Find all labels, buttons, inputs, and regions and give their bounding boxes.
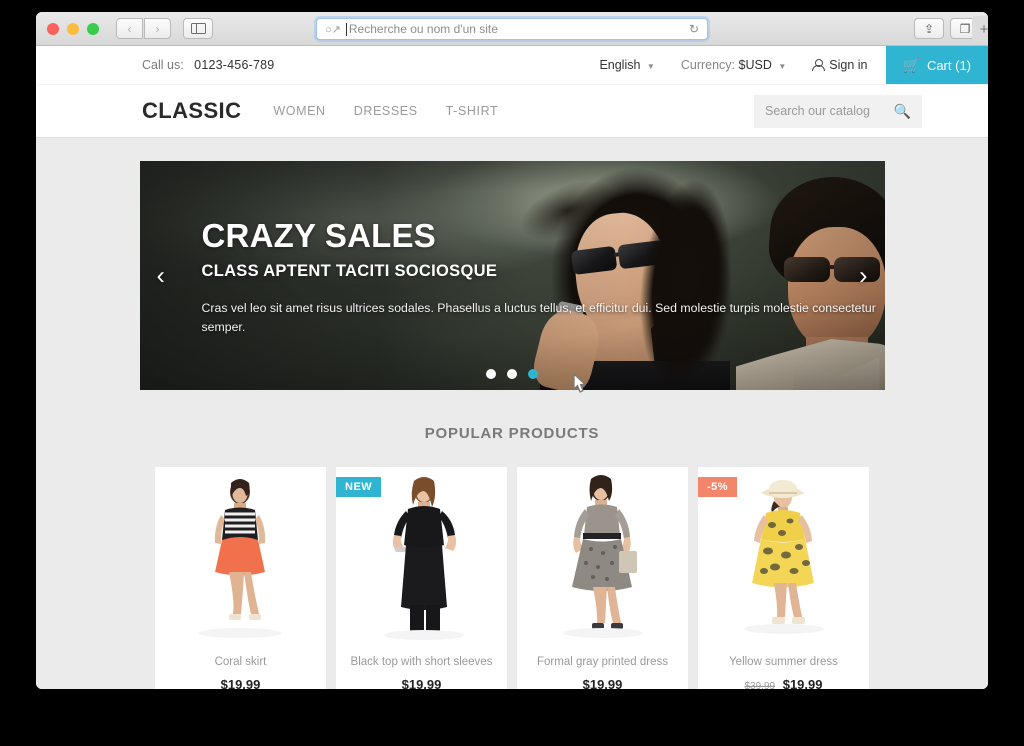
hero-subtitle: CLASS APTENT TACITI SOCIOSQUE	[201, 262, 498, 280]
product-current-price: $19.99	[401, 677, 442, 689]
address-placeholder: Recherche ou nom d'un site	[348, 22, 498, 36]
product-card[interactable]: -5% Yellow summer dress $39.99 $19.99	[698, 467, 869, 689]
main-navigation: WOMEN DRESSES T-SHIRT	[273, 104, 498, 118]
catalog-search-placeholder: Search our catalog	[765, 104, 870, 118]
site-header: CLASSIC WOMEN DRESSES T-SHIRT Search our…	[36, 84, 988, 137]
product-current-price: $19.99	[582, 677, 623, 689]
product-current-price: $19.99	[782, 677, 823, 689]
product-name: Yellow summer dress	[729, 656, 838, 668]
product-card[interactable]: Coral skirt $19.99	[155, 467, 326, 689]
toolbar-right: ⇪ ❐	[914, 18, 980, 39]
share-button[interactable]: ⇪	[914, 18, 944, 39]
carousel-dot-1[interactable]	[486, 369, 496, 379]
carousel-dots	[486, 369, 538, 379]
hero-carousel[interactable]: CRAZY SALES CLASS APTENT TACITI SOCIOSQU…	[139, 161, 885, 390]
nav-buttons: ‹ ›	[116, 18, 171, 39]
reload-icon[interactable]: ↻	[689, 22, 699, 36]
minimize-window-button[interactable]	[67, 22, 79, 35]
currency-value: $USD	[738, 58, 772, 72]
formal-gray-dress-model-illustration	[517, 467, 688, 645]
catalog-search-input[interactable]: Search our catalog 🔍	[754, 94, 922, 128]
address-bar[interactable]: ○↗ Recherche ou nom d'un site ↻	[316, 18, 708, 40]
product-name: Coral skirt	[214, 656, 267, 668]
tabs-icon: ❐	[959, 21, 971, 36]
chevron-down-icon: ▼	[778, 62, 787, 71]
currency-label: Currency:	[680, 58, 736, 72]
hero-carousel-wrap: CRAZY SALES CLASS APTENT TACITI SOCIOSQU…	[36, 137, 988, 390]
site-logo[interactable]: CLASSIC	[142, 98, 241, 124]
language-value: English	[599, 58, 641, 72]
browser-window: ‹ › ○↗ Recherche ou nom d'un site ↻ ⇪ ❐ …	[36, 12, 988, 689]
carousel-next-button[interactable]: ›	[859, 263, 867, 288]
cart-label: Cart (1)	[926, 57, 971, 73]
text-caret	[345, 22, 347, 36]
cart-icon: 🛒	[902, 56, 920, 73]
browser-toolbar: ‹ › ○↗ Recherche ou nom d'un site ↻ ⇪ ❐ …	[36, 12, 988, 46]
topbar-right: English ▼ Currency: $USD ▼ Sign in 🛒 Car…	[599, 46, 988, 84]
sign-in-link[interactable]: Sign in	[812, 58, 868, 72]
call-us: Call us: 0123-456-789	[142, 58, 274, 72]
chevron-down-icon: ▼	[646, 62, 655, 71]
close-window-button[interactable]	[47, 22, 59, 35]
product-current-price: $19.99	[220, 677, 261, 689]
product-card[interactable]: NEW Black top with short sleeves $19.99	[336, 467, 507, 689]
page-title: POPULAR PRODUCTS	[424, 425, 600, 442]
hero-body: Cras vel leo sit amet risus ultrices sod…	[201, 301, 876, 334]
search-icon[interactable]: 🔍	[894, 103, 911, 120]
product-price: $39.99 $19.99	[698, 677, 869, 689]
call-us-label: Call us:	[142, 58, 184, 72]
hero-title: CRAZY SALES	[201, 217, 436, 254]
discount-badge: -5%	[698, 477, 738, 497]
person-icon	[812, 58, 826, 72]
currency-selector[interactable]: Currency: $USD ▼	[681, 58, 786, 72]
carousel-prev-button[interactable]: ‹	[157, 263, 165, 288]
forward-button[interactable]: ›	[144, 18, 171, 39]
share-icon: ⇪	[923, 21, 935, 36]
phone-number: 0123-456-789	[194, 58, 275, 72]
product-grid: Coral skirt $19.99 NEW Black top with sh…	[36, 467, 988, 689]
product-image	[155, 467, 326, 645]
nav-item-women[interactable]: WOMEN	[273, 104, 325, 118]
product-name: Black top with short sleeves	[350, 656, 493, 668]
mouse-cursor	[573, 373, 586, 393]
nav-item-tshirt[interactable]: T-SHIRT	[446, 104, 499, 118]
sidebar-icon	[190, 23, 206, 34]
product-card[interactable]: Formal gray printed dress $19.99	[517, 467, 688, 689]
new-tab-button[interactable]: +	[972, 16, 988, 42]
product-price: $19.99	[155, 677, 326, 689]
back-button[interactable]: ‹	[116, 18, 143, 39]
carousel-dot-3[interactable]	[528, 369, 538, 379]
nav-item-dresses[interactable]: DRESSES	[354, 104, 418, 118]
coral-skirt-model-illustration	[155, 467, 326, 645]
search-icon: ○↗	[325, 23, 341, 36]
website-content: Call us: 0123-456-789 English ▼ Currency…	[36, 46, 988, 689]
zoom-window-button[interactable]	[87, 22, 99, 35]
language-selector[interactable]: English ▼	[599, 58, 654, 72]
cart-button[interactable]: 🛒 Cart (1)	[885, 46, 988, 84]
product-name: Formal gray printed dress	[536, 656, 669, 668]
window-controls	[47, 22, 99, 35]
status-badge: NEW	[336, 477, 382, 497]
hero-text: CRAZY SALES CLASS APTENT TACITI SOCIOSQU…	[202, 217, 885, 336]
site-topbar: Call us: 0123-456-789 English ▼ Currency…	[36, 46, 988, 84]
product-image	[517, 467, 688, 645]
sign-in-label: Sign in	[829, 58, 868, 72]
product-price: $19.99	[517, 677, 688, 689]
carousel-dot-2[interactable]	[507, 369, 517, 379]
sidebar-toggle-button[interactable]	[183, 18, 213, 39]
product-price: $19.99	[336, 677, 507, 689]
product-old-price: $39.99	[744, 681, 776, 689]
